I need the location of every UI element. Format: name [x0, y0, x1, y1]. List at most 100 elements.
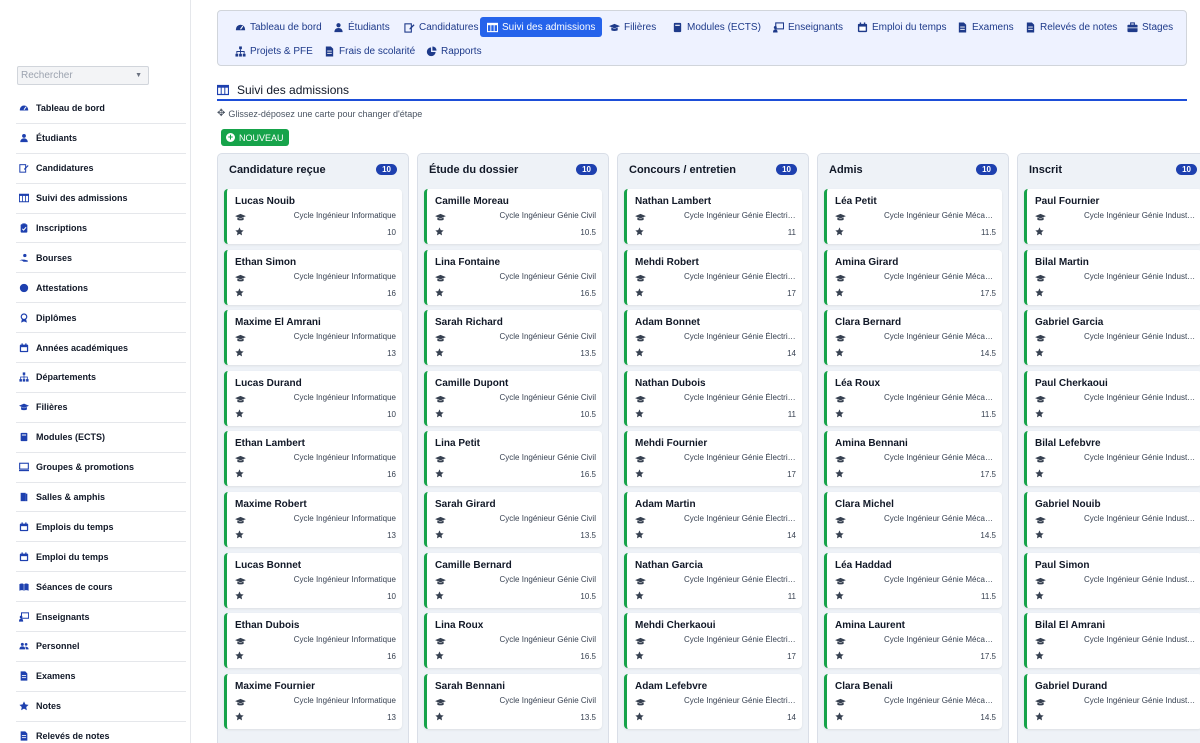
- admission-card[interactable]: Gabriel Nouib Cycle Ingénieur Génie Indus…: [1024, 492, 1200, 547]
- admission-card[interactable]: Lucas Bonnet Cycle Ingénieur Informatique…: [224, 552, 402, 608]
- move-icon: ✥: [217, 108, 226, 119]
- tab-emploi-du-temps[interactable]: Emploi du temps: [850, 17, 953, 37]
- admission-card[interactable]: Camille Dupont Cycle Ingénieur Génie Civi…: [424, 370, 602, 426]
- sidebar-item-candidatures[interactable]: Candidatures: [16, 154, 186, 184]
- admission-card[interactable]: Adam Martin Cycle Ingénieur Génie Électri…: [624, 492, 802, 547]
- card-program: Cycle Ingénieur Informatique: [293, 514, 396, 523]
- admission-card[interactable]: Maxime Fournier Cycle Ingénieur Informati…: [224, 673, 402, 729]
- admission-card[interactable]: Amina Laurent Cycle Ingénieur Génie Mécan…: [824, 613, 1002, 669]
- graduation-cap-icon: [635, 393, 646, 403]
- admission-card[interactable]: Sarah Richard Cycle Ingénieur Génie Civil…: [424, 310, 602, 366]
- sidebar-item-attestations[interactable]: Attestations: [16, 273, 186, 304]
- admission-card[interactable]: Maxime Robert Cycle Ingénieur Informatiqu…: [224, 492, 402, 547]
- sidebar-item-inscriptions[interactable]: Inscriptions: [16, 214, 186, 244]
- admission-card[interactable]: Mehdi Robert Cycle Ingénieur Génie Électr…: [624, 249, 802, 305]
- tab-etudiants[interactable]: Étudiants: [326, 17, 397, 37]
- new-button[interactable]: + NOUVEAU: [221, 129, 289, 146]
- sidebar-item-filieres[interactable]: Filières: [16, 393, 186, 423]
- admission-card[interactable]: Bilal El Amrani Cycle Ingénieur Génie Ind…: [1024, 613, 1200, 669]
- admission-card[interactable]: Camille Bernard Cycle Ingénieur Génie Civ…: [424, 552, 602, 608]
- card-program: Cycle Ingénieur Génie Industriel: [1084, 271, 1196, 281]
- tab-rapports[interactable]: Rapports: [419, 41, 489, 61]
- admission-card[interactable]: Maxime El Amrani Cycle Ingénieur Informat…: [224, 310, 402, 366]
- sidebar-item-personnel[interactable]: Personnel: [16, 632, 186, 662]
- admission-card[interactable]: Lina Fontaine Cycle Ingénieur Génie Civil…: [424, 249, 602, 305]
- card-student-name: Amina Bennani: [835, 438, 908, 450]
- card-score: 16.5: [580, 470, 596, 480]
- sidebar-item-annees-academiques[interactable]: Années académiques: [16, 333, 186, 364]
- card-program: Cycle Ingénieur Informatique: [293, 574, 396, 584]
- admission-card[interactable]: Nathan Lambert Cycle Ingénieur Génie Élec…: [624, 189, 802, 244]
- admission-card[interactable]: Lucas Durand Cycle Ingénieur Informatique…: [224, 370, 402, 426]
- admission-card[interactable]: Ethan Dubois Cycle Ingénieur Informatique…: [224, 613, 402, 669]
- column-count-badge: 10: [376, 164, 397, 175]
- sitemap-icon: [235, 45, 246, 57]
- admission-card[interactable]: Léa Petit Cycle Ingénieur Génie Mécanique…: [824, 189, 1002, 244]
- sidebar-item-diplomes[interactable]: Diplômes: [16, 303, 186, 334]
- admission-card[interactable]: Nathan Garcia Cycle Ingénieur Génie Élect…: [624, 552, 802, 608]
- tab-examens[interactable]: Examens: [950, 17, 1021, 37]
- admission-card[interactable]: Clara Benali Cycle Ingénieur Génie Mécani…: [824, 673, 1002, 729]
- card-program: Cycle Ingénieur Génie Mécanique: [884, 392, 996, 402]
- tab-releves-de-notes[interactable]: Relevés de notes: [1018, 17, 1124, 37]
- graduation-cap-icon: [435, 575, 446, 585]
- admission-card[interactable]: Sarah Girard Cycle Ingénieur Génie Civil 1…: [424, 492, 602, 547]
- tab-filieres[interactable]: Filières: [602, 17, 663, 37]
- sidebar-item-departements[interactable]: Départements: [16, 363, 186, 393]
- sidebar-item-suivi-des-admissions[interactable]: Suivi des admissions: [16, 184, 186, 214]
- tab-projets-pfe[interactable]: Projets & PFE: [228, 41, 320, 61]
- admission-card[interactable]: Mehdi Cherkaoui Cycle Ingénieur Génie Éle…: [624, 613, 802, 669]
- graduation-cap-icon: [835, 211, 846, 221]
- admission-card[interactable]: Gabriel Garcia Cycle Ingénieur Génie Indu…: [1024, 310, 1200, 366]
- admission-card[interactable]: Nathan Dubois Cycle Ingénieur Génie Élect…: [624, 370, 802, 426]
- sidebar-item-seances-de-cours[interactable]: Séances de cours: [16, 572, 186, 603]
- sidebar-item-salles-amphis[interactable]: Salles & amphis: [16, 483, 186, 513]
- admission-card[interactable]: Clara Bernard Cycle Ingénieur Génie Mécan…: [824, 310, 1002, 366]
- sidebar-item-notes[interactable]: Notes: [16, 692, 186, 722]
- sidebar-item-enseignants[interactable]: Enseignants: [16, 602, 186, 633]
- admission-card[interactable]: Adam Bonnet Cycle Ingénieur Génie Électri…: [624, 310, 802, 366]
- tab-suivi-des-admissions[interactable]: Suivi des admissions: [480, 17, 603, 37]
- admission-card[interactable]: Ethan Lambert Cycle Ingénieur Informatiqu…: [224, 431, 402, 487]
- admission-card[interactable]: Sarah Bennani Cycle Ingénieur Génie Civil…: [424, 673, 602, 729]
- admission-card[interactable]: Clara Michel Cycle Ingénieur Génie Mécani…: [824, 492, 1002, 547]
- admission-card[interactable]: Mehdi Fournier Cycle Ingénieur Génie Élec…: [624, 431, 802, 487]
- admission-card[interactable]: Lina Petit Cycle Ingénieur Génie Civil 16.…: [424, 431, 602, 487]
- sidebar-item-emplois-du-temps[interactable]: Emplois du temps: [16, 512, 186, 543]
- sidebar-item-examens[interactable]: Examens: [16, 662, 186, 692]
- tab-enseignants[interactable]: Enseignants: [766, 17, 850, 37]
- page-title: Suivi des admissions: [217, 80, 1187, 101]
- admission-card[interactable]: Paul Fournier Cycle Ingénieur Génie Indus…: [1024, 189, 1200, 244]
- sidebar-item-modules-ects[interactable]: Modules (ECTS): [16, 423, 186, 453]
- admission-card[interactable]: Amina Girard Cycle Ingénieur Génie Mécani…: [824, 249, 1002, 305]
- admission-card[interactable]: Amina Bennani Cycle Ingénieur Génie Mécan…: [824, 431, 1002, 487]
- admission-card[interactable]: Lucas Nouib Cycle Ingénieur Informatique 1…: [224, 189, 402, 244]
- sidebar-item-etudiants[interactable]: Étudiants: [16, 124, 186, 154]
- tab-modules-ects[interactable]: Modules (ECTS): [665, 17, 768, 37]
- sidebar-item-releves-de-notes[interactable]: Relevés de notes: [16, 722, 186, 743]
- tab-candidatures[interactable]: Candidatures: [397, 17, 485, 37]
- sidebar-search-select[interactable]: Rechercher ▼: [17, 66, 149, 85]
- star-icon: [435, 467, 444, 478]
- admission-card[interactable]: Bilal Martin Cycle Ingénieur Génie Indust…: [1024, 249, 1200, 305]
- admission-card[interactable]: Gabriel Durand Cycle Ingénieur Génie Indu…: [1024, 673, 1200, 729]
- tab-frais-de-scolarite[interactable]: Frais de scolarité: [317, 41, 422, 61]
- admission-card[interactable]: Léa Roux Cycle Ingénieur Génie Mécanique 1…: [824, 370, 1002, 426]
- admission-card[interactable]: Léa Haddad Cycle Ingénieur Génie Mécaniqu…: [824, 552, 1002, 608]
- admission-card[interactable]: Bilal Lefebvre Cycle Ingénieur Génie Indu…: [1024, 431, 1200, 487]
- admission-card[interactable]: Ethan Simon Cycle Ingénieur Informatique 1…: [224, 249, 402, 305]
- admission-card[interactable]: Camille Moreau Cycle Ingénieur Génie Civi…: [424, 189, 602, 244]
- card-student-name: Maxime Robert: [235, 499, 307, 510]
- tab-stages[interactable]: Stages: [1120, 17, 1180, 37]
- sidebar-item-bourses[interactable]: Bourses: [16, 243, 186, 274]
- admission-card[interactable]: Paul Simon Cycle Ingénieur Génie Industri…: [1024, 552, 1200, 608]
- admission-card[interactable]: Adam Lefebvre Cycle Ingénieur Génie Élect…: [624, 673, 802, 729]
- sidebar-item-groupes-promotions[interactable]: Groupes & promotions: [16, 453, 186, 483]
- admission-card[interactable]: Paul Cherkaoui Cycle Ingénieur Génie Indu…: [1024, 370, 1200, 426]
- edit-icon: [19, 163, 29, 173]
- tab-tableau-de-bord[interactable]: Tableau de bord: [228, 17, 329, 37]
- admission-card[interactable]: Lina Roux Cycle Ingénieur Génie Civil 16.5: [424, 613, 602, 669]
- sidebar-item-tableau-de-bord[interactable]: Tableau de bord: [16, 94, 186, 124]
- sidebar-item-emploi-du-temps[interactable]: Emploi du temps: [16, 542, 186, 573]
- star-icon: [435, 407, 444, 418]
